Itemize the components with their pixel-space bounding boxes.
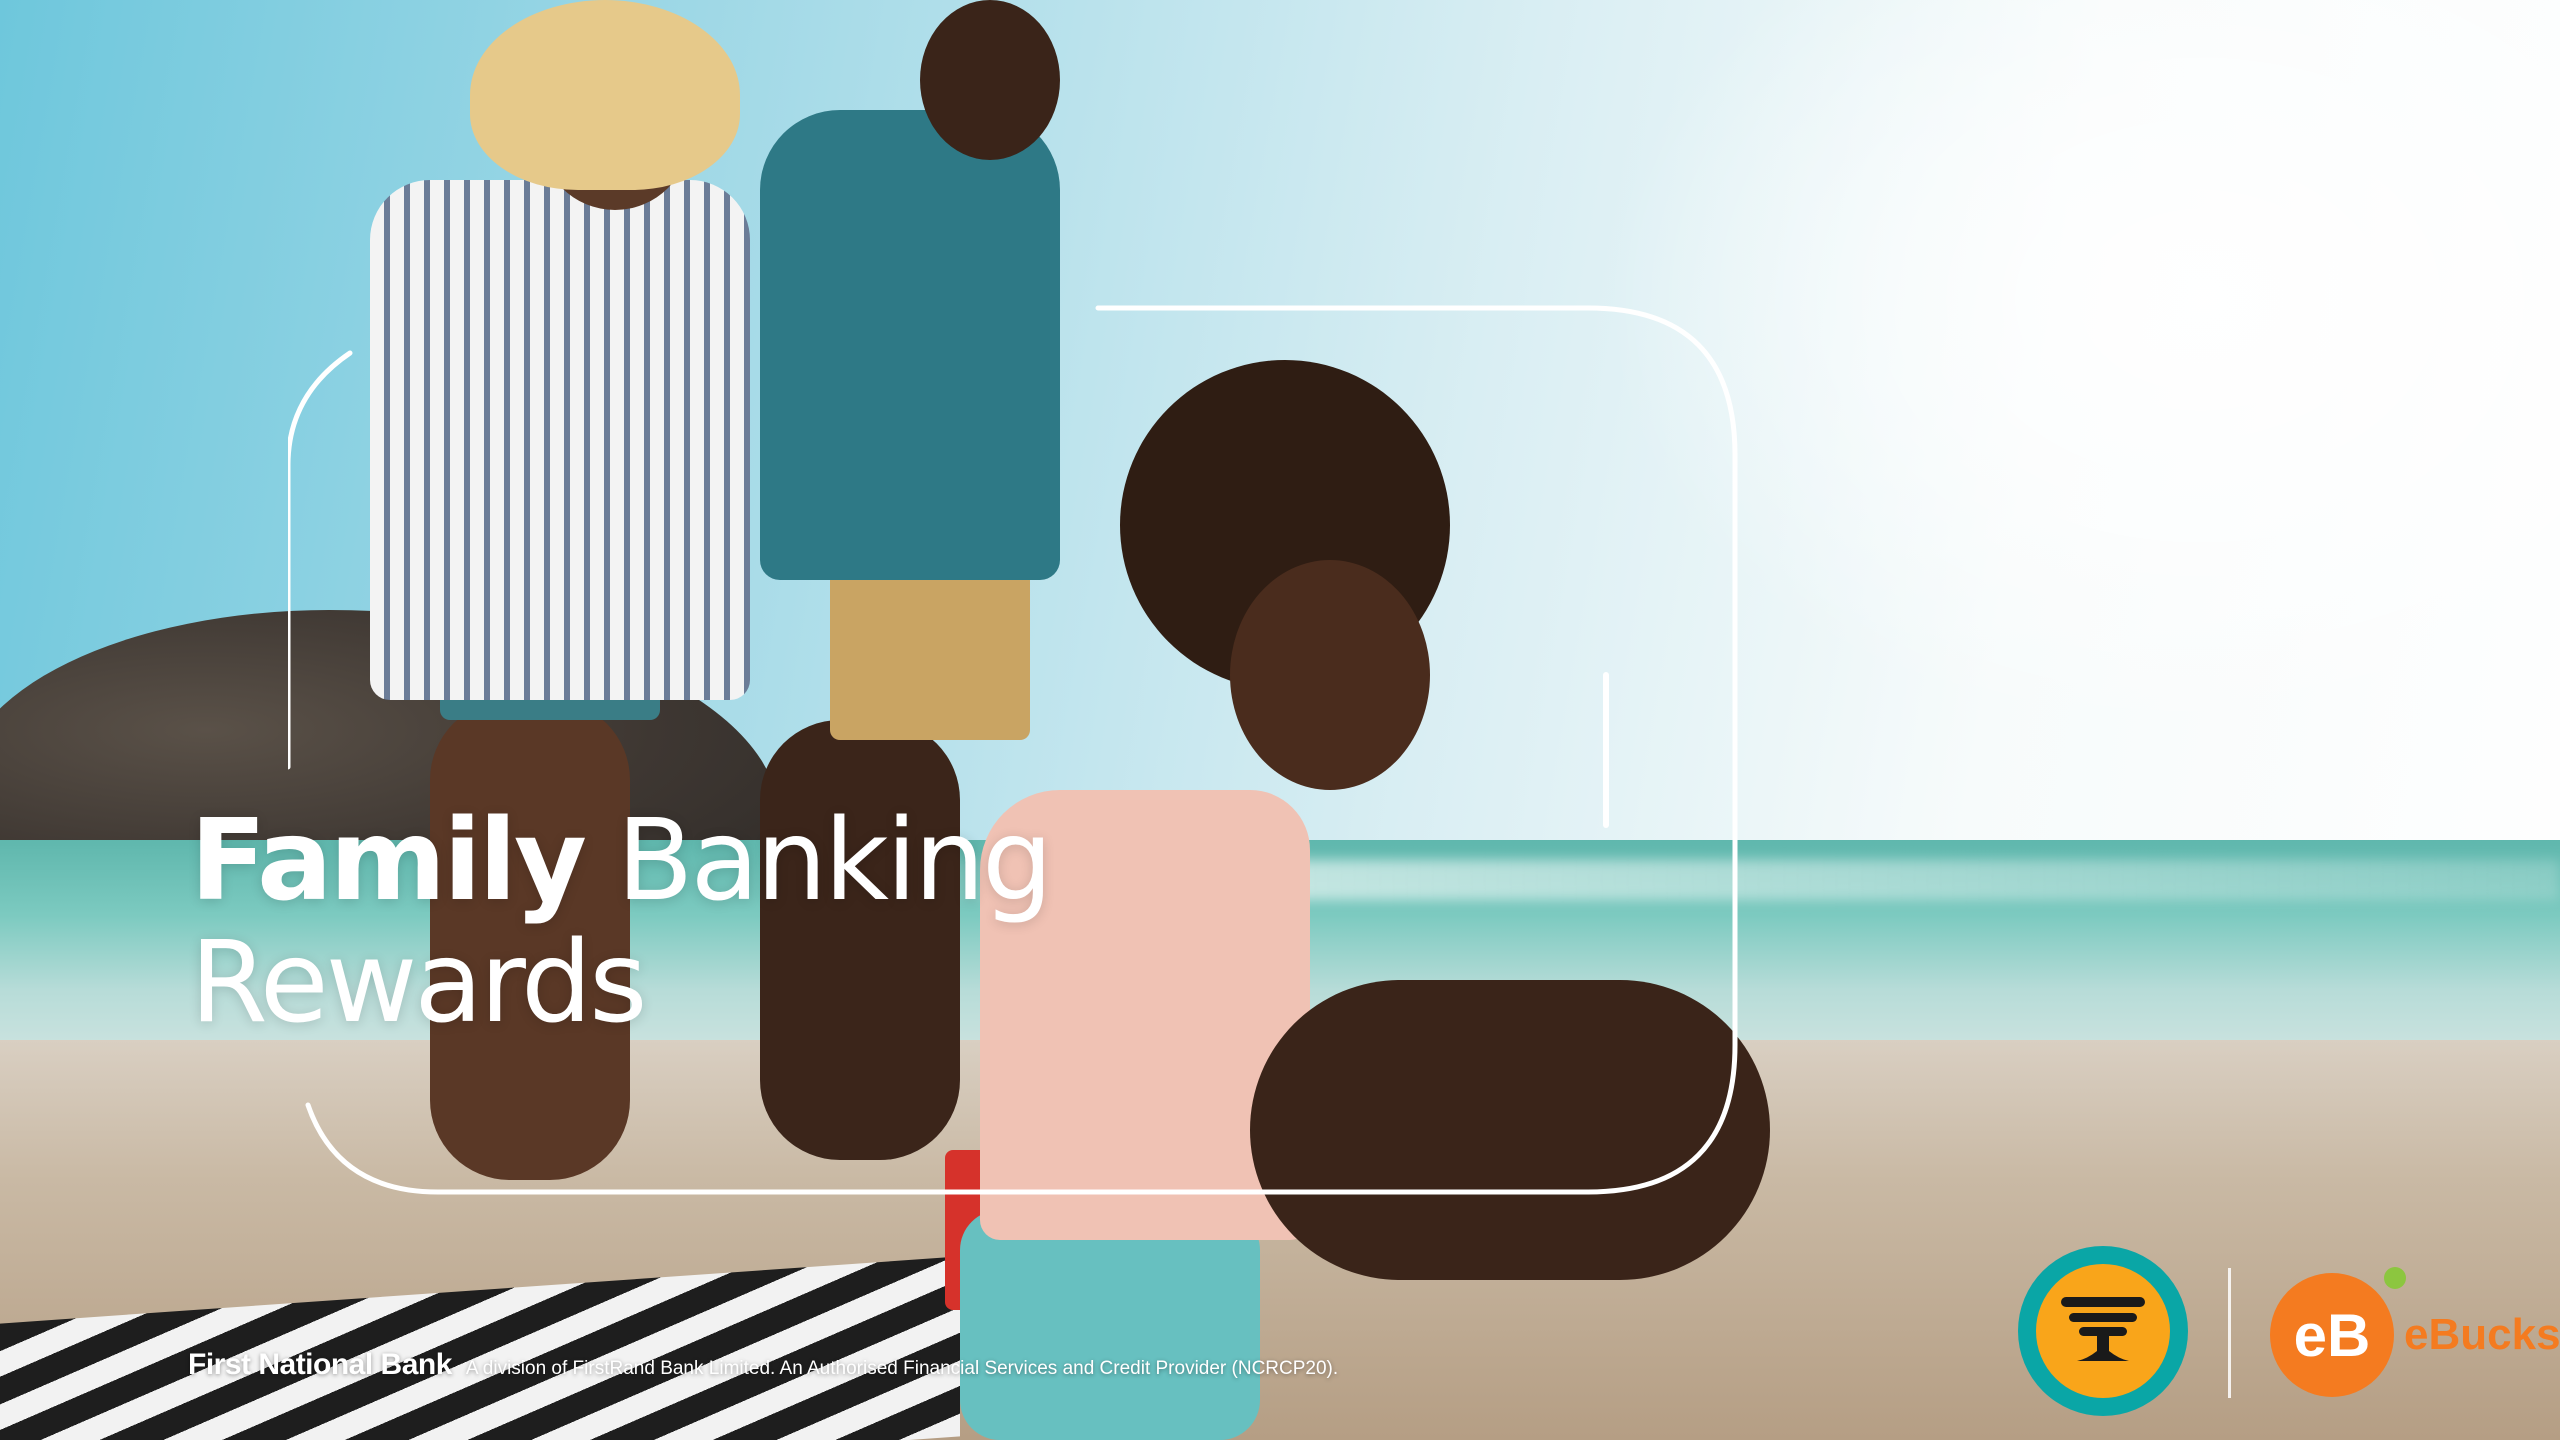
fnb-tree-icon [2061, 1297, 2145, 1361]
ebucks-wordmark: eBucks [2404, 1310, 2560, 1359]
legal-disclaimer: A division of FirstRand Bank Limited. An… [465, 1358, 1339, 1379]
ebucks-green-dot [2384, 1267, 2406, 1289]
ebucks-logo: eB eBucks [2270, 1267, 2560, 1400]
page-title: Family Banking Rewards [190, 800, 1053, 1048]
woman-figure-hat [470, 0, 740, 190]
title-bold-word: Family [190, 796, 587, 926]
logo-divider [2228, 1268, 2231, 1398]
footer: First National Bank A division of FirstR… [188, 1348, 1338, 1382]
girl-figure-shorts [960, 1210, 1260, 1440]
rounded-frame-outline [288, 305, 1738, 1195]
ebucks-mark-text: eB [2293, 1301, 2371, 1369]
sun-glare [1600, 0, 2560, 750]
fnb-logo-inner [2036, 1264, 2170, 1398]
title-word-banking: Banking [616, 796, 1054, 926]
fnb-logo [2018, 1246, 2188, 1416]
ebucks-mark: eB [2270, 1267, 2406, 1397]
man-figure-head [920, 0, 1060, 160]
brand-name: First National Bank [188, 1348, 452, 1381]
title-word-rewards: Rewards [190, 918, 647, 1048]
